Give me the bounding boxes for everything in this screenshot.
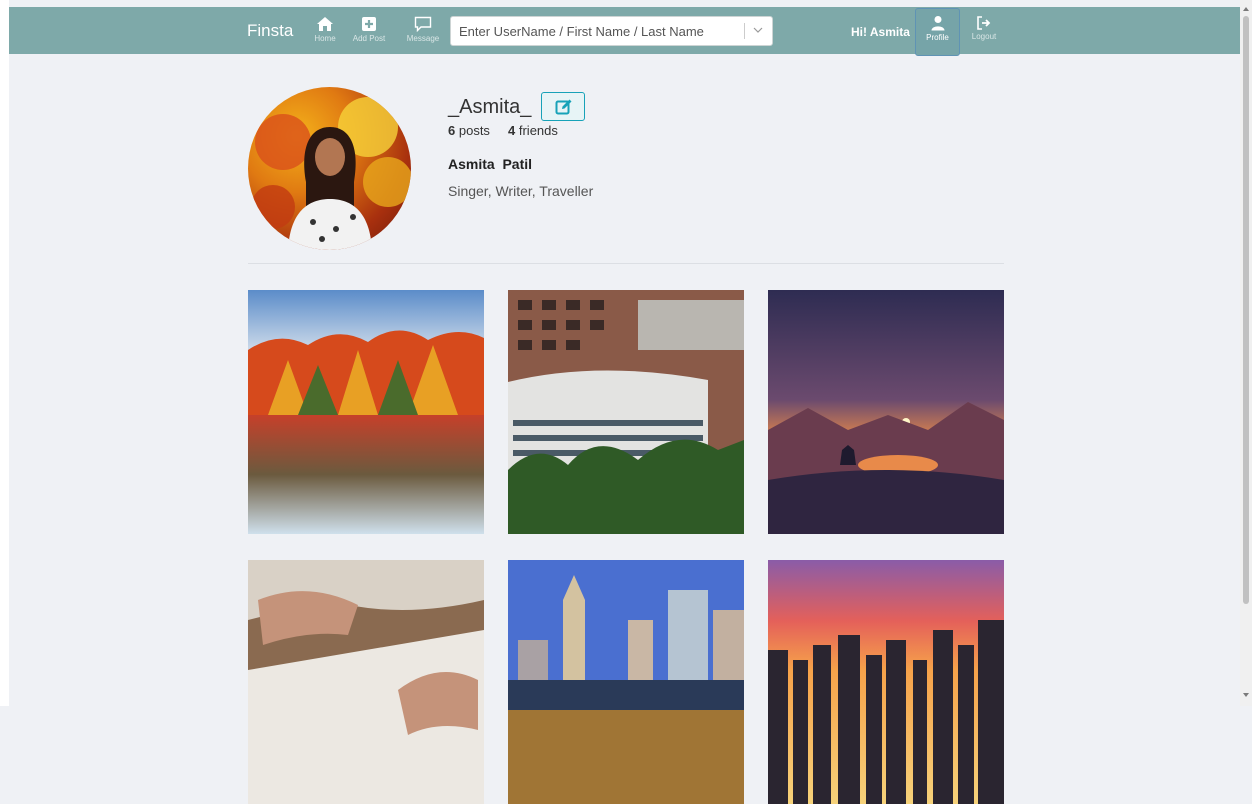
post-thumbnail[interactable]	[508, 560, 744, 804]
nav-add-post-label: Add Post	[352, 34, 386, 43]
profile-avatar	[248, 87, 411, 250]
message-icon	[414, 16, 432, 32]
autumn-lake-image	[248, 290, 484, 534]
posts-count: 6	[448, 123, 456, 138]
logout-icon	[977, 16, 991, 30]
profile-stats: 6 posts 4 friends	[448, 123, 558, 138]
home-icon	[317, 17, 333, 31]
scrollbar-thumb[interactable]	[1243, 16, 1249, 604]
window-edge	[0, 0, 9, 706]
scroll-up-arrow[interactable]	[1243, 7, 1249, 11]
profile-username: _Asmita_	[448, 96, 532, 118]
nav-message[interactable]: Message	[403, 10, 443, 54]
plus-square-icon	[362, 17, 376, 31]
nav-home-label: Home	[314, 34, 336, 43]
post-thumbnail[interactable]	[248, 560, 484, 804]
search-input[interactable]	[451, 17, 741, 45]
chevron-down-icon[interactable]	[753, 25, 763, 35]
post-thumbnail[interactable]	[248, 290, 484, 534]
edit-profile-button[interactable]	[541, 92, 585, 121]
nav-logout[interactable]: Logout	[964, 10, 1004, 54]
nav-add-post[interactable]: Add Post	[349, 10, 389, 54]
post-thumbnail[interactable]	[768, 290, 1004, 534]
city-skyline-image	[508, 560, 744, 804]
navbar: Finsta Home Add Post Message Hi! Asmita	[9, 7, 1240, 56]
avatar-photo	[251, 97, 411, 250]
nav-profile-label: Profile	[926, 33, 949, 42]
university-image	[508, 290, 744, 534]
profile-full-name: Asmita Patil	[448, 156, 533, 172]
user-icon	[931, 16, 944, 31]
sunset-deer-image	[768, 290, 1004, 534]
post-thumbnail[interactable]	[768, 560, 1004, 804]
friends-count[interactable]: 4	[508, 123, 515, 138]
friends-label[interactable]: friends	[519, 123, 558, 138]
page-scrollbar[interactable]	[1240, 0, 1252, 706]
post-thumbnail[interactable]	[508, 290, 744, 534]
nav-logout-label: Logout	[971, 32, 997, 41]
brand-logo[interactable]: Finsta	[247, 21, 293, 41]
user-search[interactable]	[450, 16, 773, 46]
edit-icon	[555, 99, 572, 115]
scroll-down-arrow[interactable]	[1243, 693, 1249, 697]
greeting-text: Hi! Asmita	[851, 25, 910, 39]
section-divider	[248, 263, 1004, 264]
city-sunset-image	[768, 560, 1004, 804]
nav-message-label: Message	[406, 34, 440, 43]
nav-profile[interactable]: Profile	[915, 8, 960, 56]
search-separator	[744, 23, 745, 39]
profile-bio: Singer, Writer, Traveller	[448, 183, 594, 199]
nav-home[interactable]: Home	[305, 10, 345, 54]
posts-label: posts	[458, 123, 490, 138]
writing-hand-image	[248, 560, 484, 804]
